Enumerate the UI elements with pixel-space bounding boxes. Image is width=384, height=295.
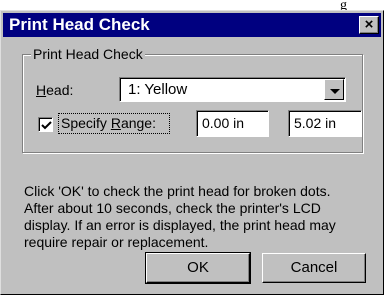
instructions-line: After about 10 seconds, check the printe… — [24, 200, 321, 216]
close-icon: × — [364, 16, 374, 33]
cancel-button-label: Cancel — [290, 259, 338, 276]
title-bar: Print Head Check × — [3, 13, 381, 37]
print-head-check-group: Print Head Check Head: 1: Yellow Specify… — [22, 45, 363, 153]
ok-button-label: OK — [187, 259, 209, 276]
head-select[interactable]: 1: Yellow — [119, 77, 346, 102]
range-end-input[interactable]: 5.02 in — [288, 110, 362, 137]
range-start-value: 0.00 in — [202, 115, 245, 131]
range-start-input[interactable]: 0.00 in — [196, 110, 269, 137]
head-select-value: 1: Yellow — [128, 81, 188, 98]
group-legend: Print Head Check — [31, 45, 145, 63]
chevron-down-icon[interactable] — [324, 79, 344, 100]
instructions-text: Click 'OK' to check the print head for b… — [24, 183, 374, 251]
specify-range-checkbox[interactable] — [38, 117, 53, 132]
instructions-line: display. If an error is displayed, the p… — [24, 217, 336, 233]
dialog-title: Print Head Check — [9, 15, 150, 34]
print-head-check-dialog: Print Head Check × Print Head Check Head… — [0, 10, 384, 295]
instructions-line: require repair or replacement. — [24, 234, 209, 250]
range-end-value: 5.02 in — [294, 115, 337, 131]
checkmark-icon — [41, 121, 52, 130]
cancel-button[interactable]: Cancel — [262, 253, 366, 283]
ok-button[interactable]: OK — [145, 252, 251, 284]
specify-range-label[interactable]: Specify Range: — [61, 114, 156, 132]
head-label: Head: — [36, 82, 74, 98]
close-button[interactable]: × — [359, 16, 379, 34]
instructions-line: Click 'OK' to check the print head for b… — [24, 183, 331, 199]
